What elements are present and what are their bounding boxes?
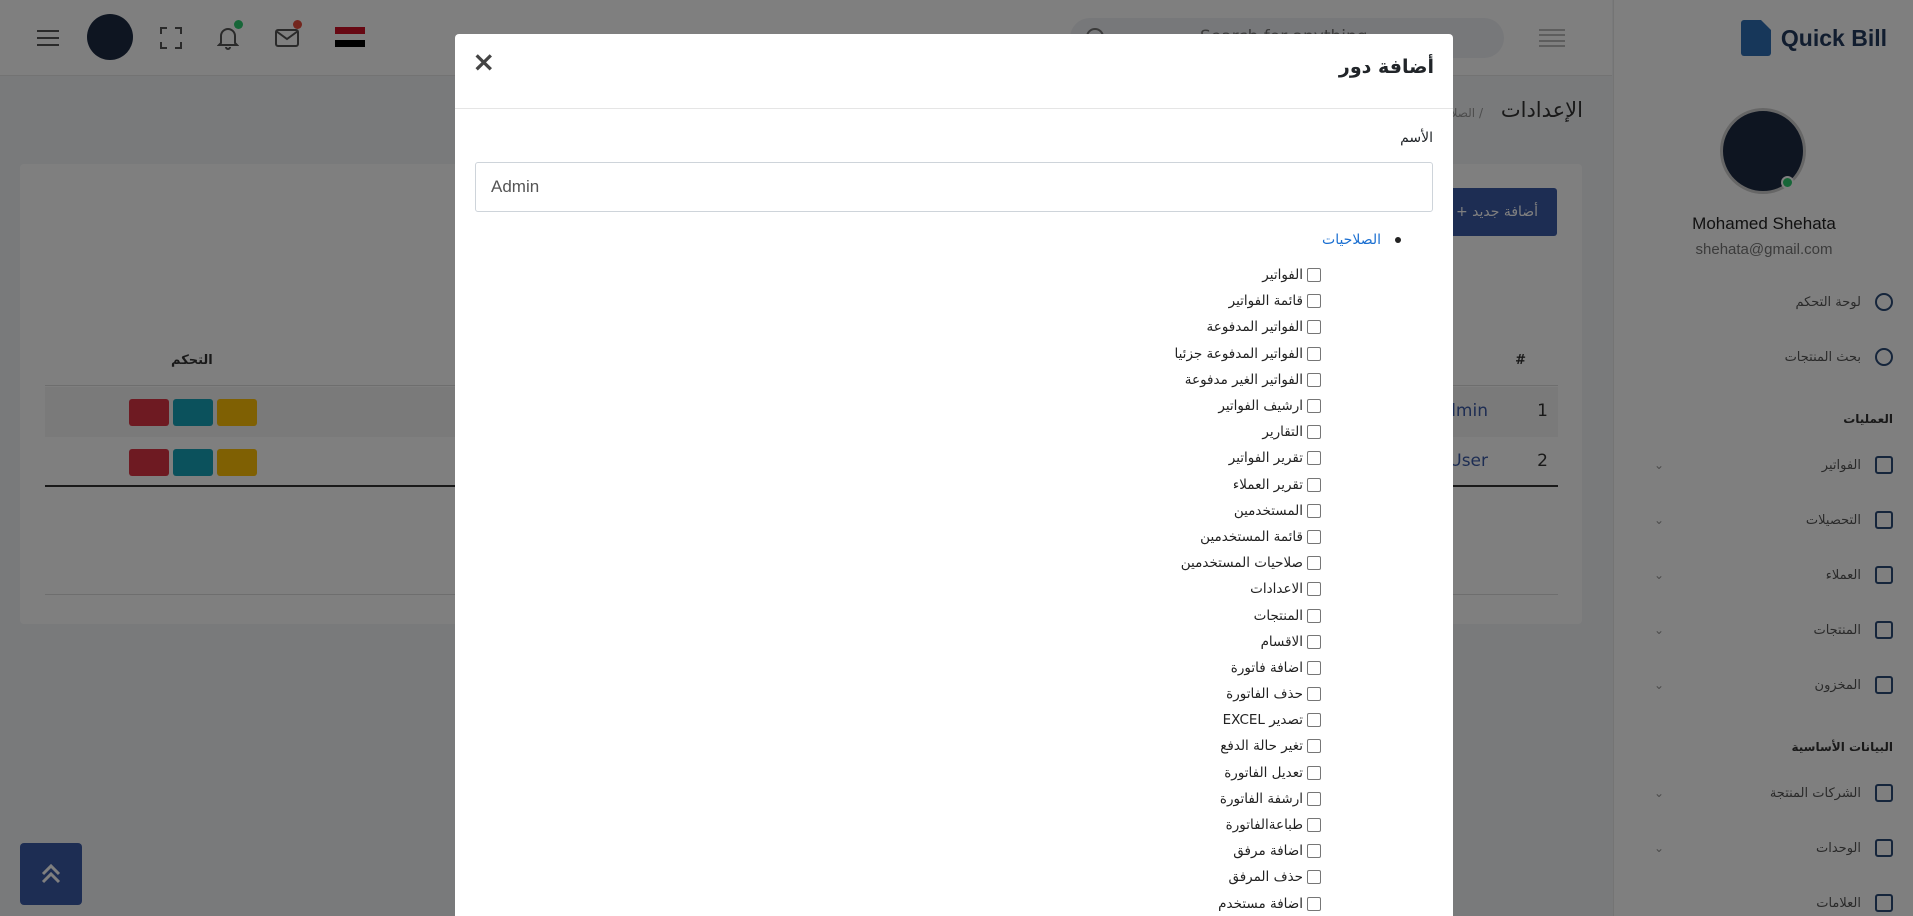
- permission-item: تقرير الفواتير: [1175, 445, 1321, 471]
- permission-item: الفواتير المدفوعة: [1175, 314, 1321, 340]
- permission-item: المستخدمين: [1175, 498, 1321, 524]
- permission-checkbox[interactable]: [1307, 870, 1321, 885]
- permission-checkbox[interactable]: [1307, 346, 1321, 361]
- permission-label[interactable]: صلاحيات المستخدمين: [1181, 555, 1303, 571]
- permission-checkbox[interactable]: [1307, 399, 1321, 414]
- permission-item: الاقسام: [1175, 629, 1321, 655]
- permission-label[interactable]: ارشيف الفواتير: [1218, 398, 1303, 414]
- permission-label[interactable]: تصدير EXCEL: [1223, 712, 1303, 728]
- permission-label[interactable]: تغير حالة الدفع: [1220, 738, 1303, 754]
- permission-item: حذف المرفق: [1175, 864, 1321, 890]
- permission-item: تصدير EXCEL: [1175, 707, 1321, 733]
- role-name-label: الأسم: [1400, 130, 1433, 146]
- permission-checkbox[interactable]: [1307, 529, 1321, 544]
- permission-item: الفواتير المدفوعة جزئيا: [1175, 341, 1321, 367]
- permission-checkbox[interactable]: [1307, 503, 1321, 518]
- permission-checkbox[interactable]: [1307, 320, 1321, 335]
- permission-label[interactable]: المنتجات: [1254, 608, 1303, 624]
- permission-label[interactable]: اضافة فاتورة: [1231, 660, 1303, 676]
- permission-item: قائمة المستخدمين: [1175, 524, 1321, 550]
- permission-label[interactable]: حذف المرفق: [1228, 869, 1303, 885]
- permission-checkbox[interactable]: [1307, 268, 1321, 283]
- permission-label[interactable]: تقرير الفواتير: [1229, 450, 1303, 466]
- permission-item: حذف الفاتورة: [1175, 681, 1321, 707]
- add-role-modal: × أضافة دور الأسم الصلاحيات الفواتير قائم…: [455, 34, 1453, 916]
- permission-label[interactable]: تقرير العملاء: [1233, 477, 1303, 493]
- permission-item: صلاحيات المستخدمين: [1175, 550, 1321, 576]
- permission-checkbox[interactable]: [1307, 425, 1321, 440]
- permission-label[interactable]: الفواتير: [1262, 267, 1303, 283]
- permission-label[interactable]: قائمة الفواتير: [1229, 293, 1303, 309]
- permission-item: الفواتير: [1175, 262, 1321, 288]
- permission-item: تعديل الفاتورة: [1175, 760, 1321, 786]
- permission-item: اضافة مرفق: [1175, 838, 1321, 864]
- permission-label[interactable]: اضافة مستخدم: [1218, 896, 1303, 912]
- permission-label[interactable]: ارشفة الفاتورة: [1220, 791, 1303, 807]
- permission-label[interactable]: المستخدمين: [1234, 503, 1303, 519]
- permission-checkbox[interactable]: [1307, 634, 1321, 649]
- permission-checkbox[interactable]: [1307, 818, 1321, 833]
- role-name-input[interactable]: [475, 162, 1433, 212]
- permissions-list: الفواتير قائمة الفواتير الفواتير المدفوعة ا…: [1175, 262, 1321, 916]
- permission-label[interactable]: تعديل الفاتورة: [1224, 765, 1303, 781]
- permission-label[interactable]: الفواتير المدفوعة: [1207, 319, 1303, 335]
- permission-item: اضافة مستخدم: [1175, 891, 1321, 916]
- permission-checkbox[interactable]: [1307, 582, 1321, 597]
- permission-label[interactable]: الفواتير الغير مدفوعة: [1185, 372, 1303, 388]
- permission-label[interactable]: الاقسام: [1261, 634, 1303, 650]
- permission-item: الفواتير الغير مدفوعة: [1175, 367, 1321, 393]
- permission-item: التقارير: [1175, 419, 1321, 445]
- permission-item: تقرير العملاء: [1175, 472, 1321, 498]
- permission-label[interactable]: الفواتير المدفوعة جزئيا: [1175, 346, 1304, 362]
- modal-title: أضافة دور: [1338, 56, 1434, 78]
- permissions-root-label[interactable]: الصلاحيات: [1322, 232, 1381, 248]
- permission-checkbox[interactable]: [1307, 477, 1321, 492]
- permission-checkbox[interactable]: [1307, 451, 1321, 466]
- permission-checkbox[interactable]: [1307, 713, 1321, 728]
- permission-checkbox[interactable]: [1307, 556, 1321, 571]
- permission-item: المنتجات: [1175, 602, 1321, 628]
- permission-item: اضافة فاتورة: [1175, 655, 1321, 681]
- permission-item: طباعةالفاتورة: [1175, 812, 1321, 838]
- permission-label[interactable]: الاعدادات: [1250, 581, 1303, 597]
- bullet-icon: [1395, 237, 1401, 243]
- permission-checkbox[interactable]: [1307, 660, 1321, 675]
- permission-item: ارشيف الفواتير: [1175, 393, 1321, 419]
- modal-header: × أضافة دور: [455, 34, 1453, 109]
- permission-checkbox[interactable]: [1307, 896, 1321, 911]
- permission-checkbox[interactable]: [1307, 372, 1321, 387]
- permission-label[interactable]: قائمة المستخدمين: [1200, 529, 1303, 545]
- permission-checkbox[interactable]: [1307, 791, 1321, 806]
- permission-checkbox[interactable]: [1307, 765, 1321, 780]
- permission-checkbox[interactable]: [1307, 844, 1321, 859]
- permission-checkbox[interactable]: [1307, 608, 1321, 623]
- permission-item: ارشفة الفاتورة: [1175, 786, 1321, 812]
- permissions-tree-root: الصلاحيات: [1322, 232, 1401, 248]
- permission-item: قائمة الفواتير: [1175, 288, 1321, 314]
- permission-label[interactable]: حذف الفاتورة: [1226, 686, 1303, 702]
- permission-label[interactable]: طباعةالفاتورة: [1226, 817, 1303, 833]
- close-button[interactable]: ×: [472, 48, 495, 76]
- permission-item: الاعدادات: [1175, 576, 1321, 602]
- permission-checkbox[interactable]: [1307, 687, 1321, 702]
- permission-label[interactable]: اضافة مرفق: [1233, 843, 1303, 859]
- permission-label[interactable]: التقارير: [1262, 424, 1303, 440]
- permission-checkbox[interactable]: [1307, 739, 1321, 754]
- permission-item: تغير حالة الدفع: [1175, 733, 1321, 759]
- permission-checkbox[interactable]: [1307, 294, 1321, 309]
